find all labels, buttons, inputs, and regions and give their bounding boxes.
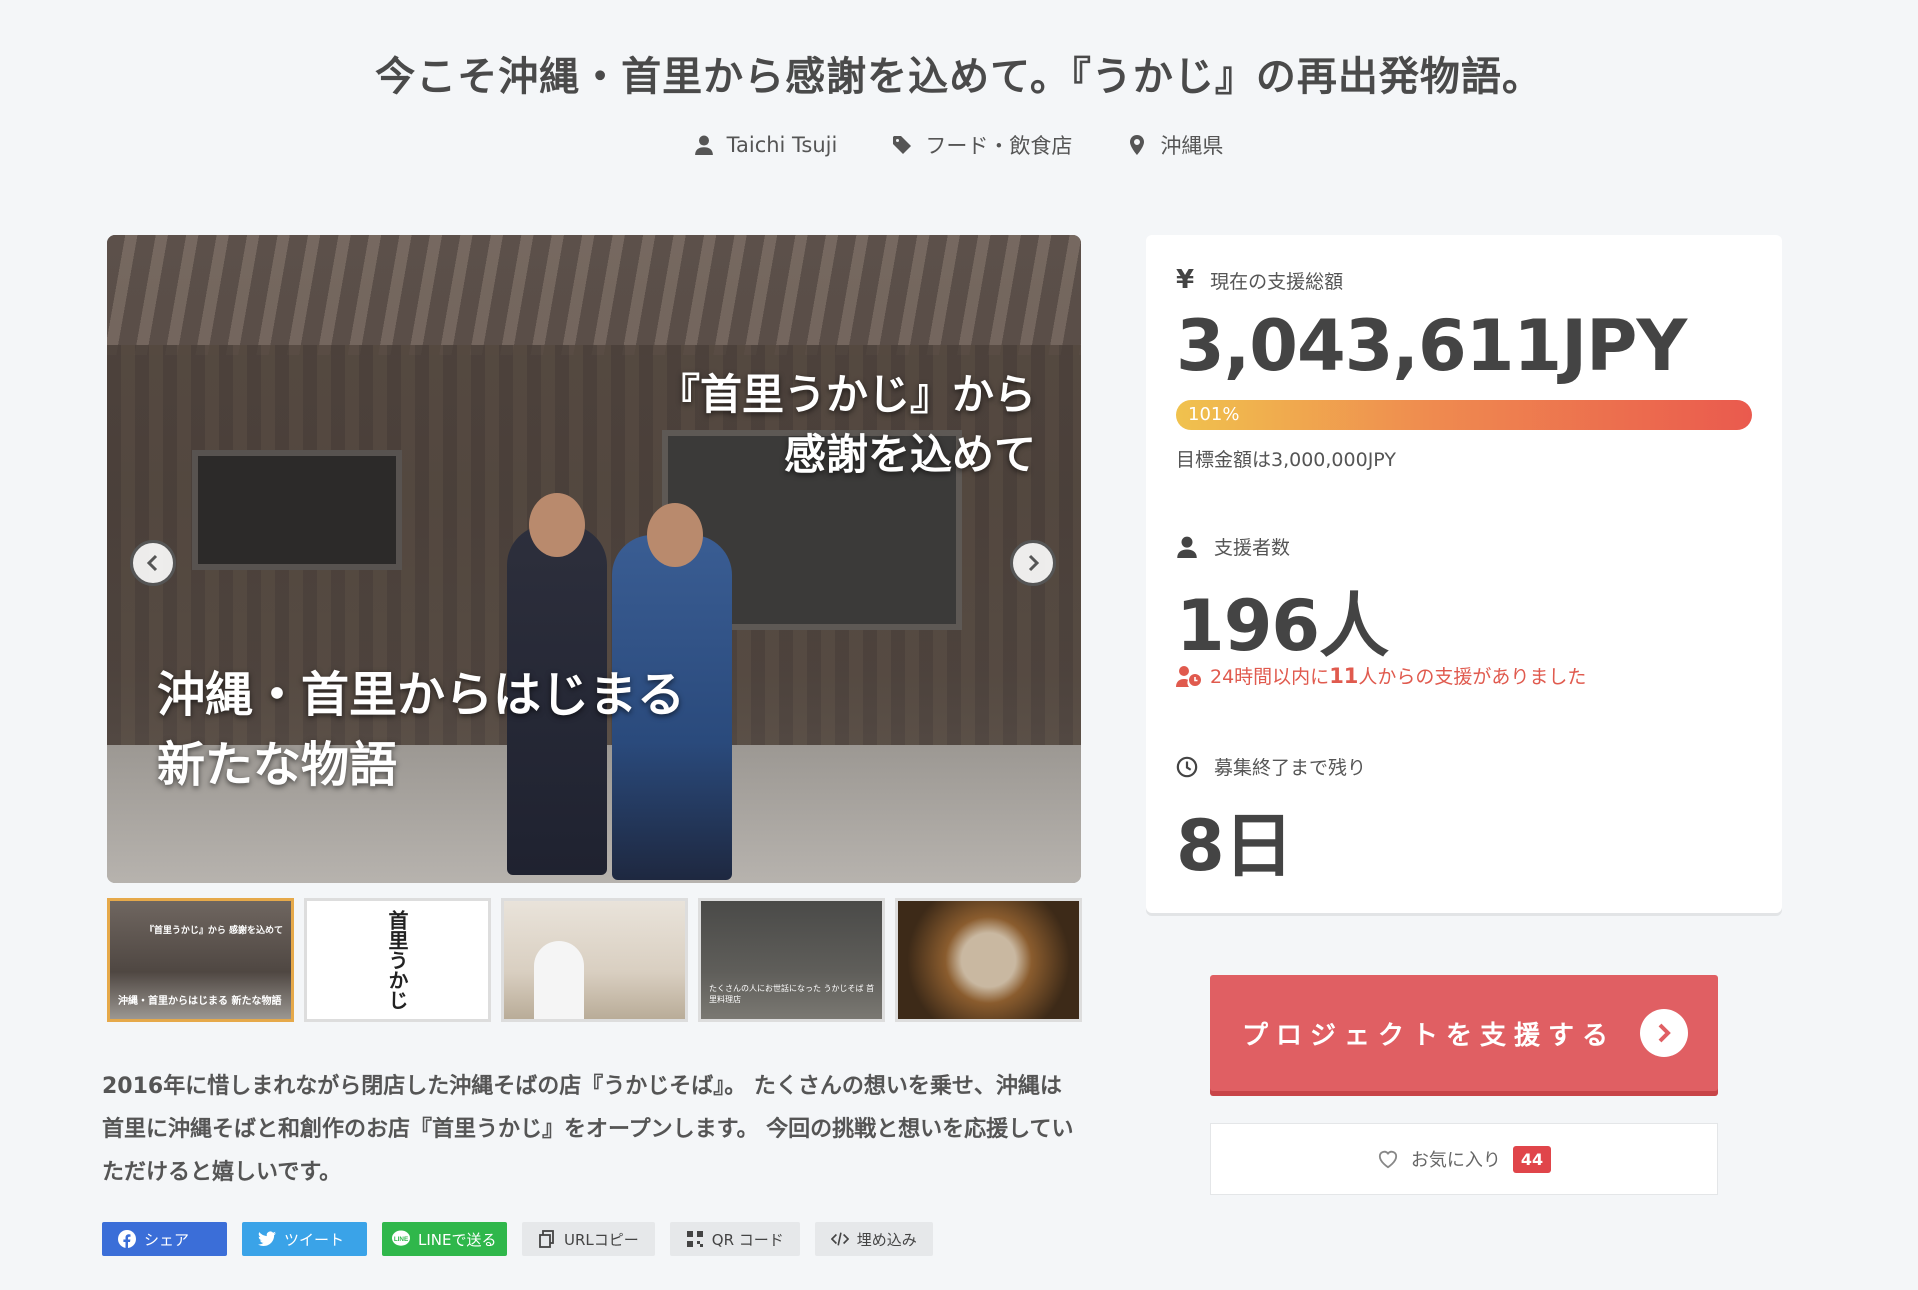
heart-icon bbox=[1378, 1150, 1397, 1169]
page-title: 今こそ沖縄・首里から感謝を込めて。『うかじ』の再出発物語。 bbox=[375, 54, 1543, 100]
clock-icon bbox=[1176, 756, 1198, 777]
twitter-share-label: ツイート bbox=[284, 1230, 345, 1249]
total-amount-value: 3,043,611JPY bbox=[1176, 305, 1687, 387]
thumbnail-text: 沖縄・首里からはじまる 新たな物語 bbox=[118, 996, 282, 1007]
favorite-label: お気に入り bbox=[1410, 1150, 1501, 1171]
thumbnail-text: 『首里うかじ』から 感謝を込めて bbox=[144, 926, 283, 936]
thumbnail-caption: たくさんの人にお世話になった うかじそば 首里料理店 bbox=[709, 984, 875, 1004]
funding-stats-card: ¥ 現在の支援総額 3,043,611JPY 101% 目標金額は3,000,0… bbox=[1146, 235, 1782, 913]
chevron-right-icon bbox=[1640, 1009, 1688, 1057]
thumbnail[interactable]: たくさんの人にお世話になった うかじそば 首里料理店 bbox=[698, 898, 885, 1022]
funding-progress-bar: 101% bbox=[1176, 400, 1752, 430]
hero-photo-head bbox=[529, 493, 585, 557]
user-icon bbox=[1177, 536, 1197, 558]
hero-carousel[interactable]: 『首里うかじ』から 感謝を込めて 沖縄・首里からはじまる 新たな物語 bbox=[107, 235, 1081, 883]
funding-progress-percent: 101% bbox=[1188, 404, 1240, 425]
location-link[interactable]: 沖縄県 bbox=[1128, 130, 1223, 160]
facebook-icon bbox=[118, 1230, 136, 1248]
qr-code-icon bbox=[686, 1231, 703, 1247]
facebook-share-button[interactable]: シェア bbox=[102, 1222, 227, 1256]
twitter-share-button[interactable]: ツイート bbox=[242, 1222, 367, 1256]
carousel-next-button[interactable] bbox=[1010, 540, 1056, 586]
copy-icon bbox=[539, 1230, 554, 1248]
tag-icon bbox=[893, 136, 912, 154]
map-pin-icon bbox=[1130, 135, 1145, 155]
qr-code-label: QR コード bbox=[711, 1230, 784, 1249]
hero-overlay-top: 『首里うかじ』から 感謝を込めて bbox=[658, 365, 1036, 485]
url-copy-label: URLコピー bbox=[564, 1230, 639, 1249]
embed-button[interactable]: 埋め込み bbox=[814, 1222, 933, 1256]
user-icon bbox=[694, 135, 713, 155]
hero-overlay-line: 沖縄・首里からはじまる bbox=[157, 667, 686, 723]
total-amount-label: ¥ 現在の支援総額 bbox=[1176, 265, 1343, 295]
carousel-prev-button[interactable] bbox=[130, 540, 176, 586]
backers-label-text: 支援者数 bbox=[1214, 537, 1291, 559]
embed-label: 埋め込み bbox=[856, 1230, 917, 1249]
total-amount-label-text: 現在の支援総額 bbox=[1210, 270, 1344, 293]
thumbnail-strip: 『首里うかじ』から 感謝を込めて 沖縄・首里からはじまる 新たな物語 首里うかじ… bbox=[107, 898, 1082, 1022]
category-name: フード・飲食店 bbox=[925, 134, 1073, 158]
url-copy-button[interactable]: URLコピー bbox=[522, 1222, 655, 1256]
user-clock-icon bbox=[1176, 665, 1201, 687]
project-description: 2016年に惜しまれながら閉店した沖縄そばの店『うかじそば』。 たくさんの想いを… bbox=[102, 1074, 1074, 1185]
recent-prefix: 24時間以内に bbox=[1210, 666, 1330, 688]
facebook-share-label: シェア bbox=[144, 1230, 190, 1249]
hero-overlay-bottom: 沖縄・首里からはじまる 新たな物語 bbox=[157, 660, 685, 800]
chevron-left-icon bbox=[146, 554, 158, 572]
qr-code-button[interactable]: QR コード bbox=[669, 1222, 800, 1256]
yen-icon: ¥ bbox=[1176, 265, 1195, 295]
thumbnail-logo-text: 首里うかじ bbox=[385, 910, 409, 1010]
location-name: 沖縄県 bbox=[1160, 134, 1224, 158]
remaining-label: 募集終了まで残り bbox=[1176, 753, 1366, 780]
line-share-button[interactable]: LINE LINEで送る bbox=[382, 1222, 507, 1256]
hero-photo-roof bbox=[107, 235, 1081, 355]
chevron-right-icon-svg bbox=[1658, 1023, 1671, 1043]
favorite-count-badge: 44 bbox=[1512, 1145, 1552, 1173]
hero-overlay-line: 『首里うかじ』から bbox=[657, 370, 1036, 419]
recent-suffix: 人からの支援がありました bbox=[1358, 666, 1587, 688]
twitter-icon bbox=[258, 1231, 276, 1247]
favorite-button[interactable]: お気に入り 44 bbox=[1210, 1123, 1718, 1195]
thumbnail[interactable]: 『首里うかじ』から 感謝を込めて 沖縄・首里からはじまる 新たな物語 bbox=[107, 898, 294, 1022]
project-meta: Taichi Tsuji フード・飲食店 沖縄県 bbox=[0, 130, 1918, 160]
thumbnail[interactable] bbox=[501, 898, 688, 1022]
thumbnail[interactable]: 首里うかじ bbox=[304, 898, 491, 1022]
author-name: Taichi Tsuji bbox=[726, 133, 838, 157]
recent-backers-notice: 24時間以内に 11 人からの支援がありました bbox=[1176, 662, 1586, 689]
backers-value: 196人 bbox=[1176, 585, 1389, 667]
category-link[interactable]: フード・飲食店 bbox=[893, 130, 1072, 160]
hero-photo-head bbox=[647, 503, 703, 567]
chevron-right-icon bbox=[1028, 554, 1040, 572]
share-bar: シェア ツイート LINE LINEで送る URLコピー QR コード 埋め込み bbox=[102, 1222, 933, 1256]
remaining-value: 8日 bbox=[1176, 805, 1294, 887]
line-share-label: LINEで送る bbox=[418, 1230, 497, 1249]
backers-label: 支援者数 bbox=[1176, 533, 1290, 560]
support-project-label: プロジェクトを支援する bbox=[1242, 1020, 1617, 1051]
line-icon: LINE bbox=[392, 1230, 410, 1246]
hero-photo-window bbox=[192, 450, 402, 570]
goal-amount: 目標金額は3,000,000JPY bbox=[1176, 449, 1396, 471]
hero-overlay-line: 新たな物語 bbox=[157, 737, 398, 793]
svg-text:LINE: LINE bbox=[394, 1236, 408, 1243]
support-project-button[interactable]: プロジェクトを支援する bbox=[1210, 975, 1718, 1091]
hero-overlay-line: 感謝を込めて bbox=[783, 430, 1036, 479]
author-link[interactable]: Taichi Tsuji bbox=[694, 130, 838, 160]
recent-count: 11 bbox=[1329, 663, 1359, 688]
code-icon bbox=[830, 1232, 849, 1246]
thumbnail[interactable] bbox=[895, 898, 1082, 1022]
remaining-label-text: 募集終了まで残り bbox=[1214, 757, 1367, 779]
